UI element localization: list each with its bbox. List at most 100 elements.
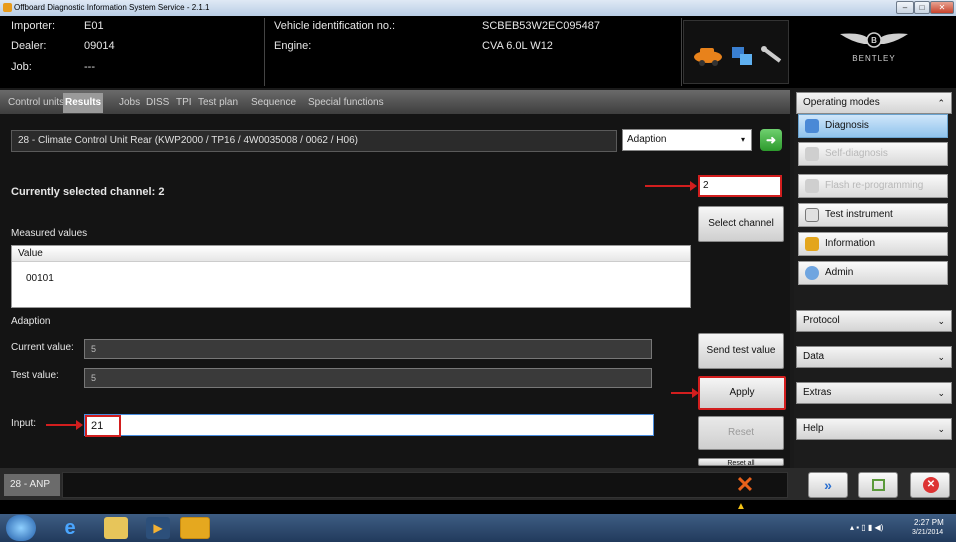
dealer-label: Dealer: bbox=[11, 40, 47, 52]
cancel-x-icon[interactable]: ✕ bbox=[730, 472, 760, 498]
ecu-tab-strip bbox=[62, 472, 788, 498]
data-label: Data bbox=[803, 351, 825, 362]
selected-channel-text: Currently selected channel: 2 bbox=[11, 186, 165, 198]
input-value[interactable]: 21 bbox=[85, 415, 121, 437]
protocol-header[interactable]: Protocol ⌄ bbox=[796, 310, 952, 332]
extras-header[interactable]: Extras ⌄ bbox=[796, 382, 952, 404]
engine-value: CVA 6.0L W12 bbox=[482, 40, 553, 52]
app-icon bbox=[3, 3, 12, 12]
start-button[interactable] bbox=[6, 515, 36, 541]
mode-admin-label: Admin bbox=[825, 267, 854, 278]
go-arrow-icon[interactable]: ➜ bbox=[760, 129, 782, 151]
chevron-down-icon: ⌄ bbox=[937, 424, 945, 434]
job-label: Job: bbox=[11, 61, 32, 73]
self-diagnosis-icon bbox=[805, 147, 819, 161]
mode-self-diagnosis-label: Self-diagnosis bbox=[825, 148, 888, 159]
chevron-down-icon: ⌄ bbox=[937, 316, 945, 326]
mode-information-label: Information bbox=[825, 238, 876, 249]
test-value-field: 5 bbox=[84, 368, 652, 388]
extras-label: Extras bbox=[803, 387, 832, 398]
vin-label: Vehicle identification no.: bbox=[274, 20, 396, 32]
reset-all-button[interactable]: Reset all bbox=[698, 458, 784, 466]
vehicle-connection-icon bbox=[694, 46, 782, 66]
input-field[interactable] bbox=[84, 414, 654, 436]
window-title: Offboard Diagnostic Information System S… bbox=[14, 3, 210, 12]
help-label: Help bbox=[803, 423, 824, 434]
chevron-down-icon: ⌄ bbox=[937, 352, 945, 362]
input-label: Input: bbox=[11, 418, 37, 429]
tab-control-units[interactable]: Control units bbox=[6, 93, 66, 113]
mode-flash-reprogramming[interactable]: Flash re-programming bbox=[798, 174, 948, 198]
channel-input[interactable]: 2 bbox=[698, 175, 782, 197]
exit-icon: ✕ bbox=[923, 477, 939, 493]
maximize-button[interactable]: □ bbox=[914, 1, 930, 14]
mode-diagnosis-label: Diagnosis bbox=[825, 120, 869, 131]
windows-taskbar: e ▶ ▴ ▪ ▯ ▮ ◀) 2:27 PM 3/21/2014 bbox=[0, 514, 956, 542]
forward-icon[interactable]: » bbox=[808, 472, 848, 498]
red-arrow-apply bbox=[671, 388, 699, 398]
mode-information[interactable]: Information bbox=[798, 232, 948, 256]
tab-results[interactable]: Results bbox=[63, 93, 104, 113]
tab-sequence[interactable]: Sequence bbox=[249, 93, 298, 113]
protocol-label: Protocol bbox=[803, 315, 840, 326]
importer-value: E01 bbox=[84, 20, 104, 32]
operating-modes-label: Operating modes bbox=[803, 97, 880, 108]
tab-diss[interactable]: DISS bbox=[144, 93, 171, 113]
red-arrow-input bbox=[46, 420, 83, 430]
frame-icon bbox=[872, 479, 885, 491]
measured-values-label: Measured values bbox=[11, 228, 88, 239]
ie-icon[interactable]: e bbox=[58, 517, 82, 539]
send-test-value-button[interactable]: Send test value bbox=[698, 333, 784, 369]
admin-icon bbox=[805, 266, 819, 280]
mode-admin[interactable]: Admin bbox=[798, 261, 948, 285]
tray-icons: ▴ ▪ ▯ ▮ ◀) bbox=[850, 523, 884, 532]
function-select-value: Adaption bbox=[627, 134, 667, 145]
chevron-down-icon: ▾ bbox=[740, 135, 745, 144]
select-channel-button[interactable]: Select channel bbox=[698, 206, 784, 242]
measured-values-table: Value 00101 bbox=[11, 245, 691, 308]
mode-test-instrument-label: Test instrument bbox=[825, 209, 893, 220]
chevron-down-icon: ⌄ bbox=[937, 388, 945, 398]
flash-icon bbox=[805, 179, 819, 193]
operating-modes-header[interactable]: Operating modes ⌃ bbox=[796, 92, 952, 114]
apply-button[interactable]: Apply bbox=[698, 376, 786, 410]
engine-label: Engine: bbox=[274, 40, 312, 52]
minimize-button[interactable]: – bbox=[896, 1, 914, 14]
mode-diagnosis[interactable]: Diagnosis bbox=[798, 114, 948, 138]
right-sidebar: Operating modes ⌃ Diagnosis Self-diagnos… bbox=[794, 90, 956, 468]
reset-button[interactable]: Reset bbox=[698, 416, 784, 450]
importer-label: Importer: bbox=[11, 20, 56, 32]
adaption-label: Adaption bbox=[11, 316, 51, 327]
control-unit-field: 28 - Climate Control Unit Rear (KWP2000 … bbox=[11, 130, 617, 152]
help-header[interactable]: Help ⌄ bbox=[796, 418, 952, 440]
brand-text: BENTLEY bbox=[852, 54, 896, 63]
tab-tpi[interactable]: TPI bbox=[174, 93, 194, 113]
screenshot-icon[interactable] bbox=[858, 472, 898, 498]
exit-button[interactable]: ✕ bbox=[910, 472, 950, 498]
odis-taskbar-icon[interactable] bbox=[180, 517, 210, 539]
close-window-button[interactable]: ✕ bbox=[930, 1, 954, 14]
tab-jobs[interactable]: Jobs bbox=[117, 93, 142, 113]
mode-flash-label: Flash re-programming bbox=[825, 180, 924, 191]
mode-test-instrument[interactable]: Test instrument bbox=[798, 203, 948, 227]
red-arrow-channel bbox=[645, 181, 697, 191]
books-icon bbox=[805, 237, 819, 251]
title-bar: Offboard Diagnostic Information System S… bbox=[0, 0, 956, 16]
mode-self-diagnosis[interactable]: Self-diagnosis bbox=[798, 142, 948, 166]
diagnosis-icon bbox=[805, 119, 819, 133]
gauge-icon bbox=[805, 208, 819, 222]
connection-status-panel bbox=[683, 20, 789, 84]
tray-date: 3/21/2014 bbox=[912, 529, 944, 536]
test-value-label: Test value: bbox=[11, 370, 59, 381]
ecu-tab[interactable]: 28 - ANP bbox=[4, 474, 60, 496]
tab-special-functions[interactable]: Special functions bbox=[306, 93, 386, 113]
chevron-up-icon: ⌃ bbox=[937, 98, 945, 108]
data-header[interactable]: Data ⌄ bbox=[796, 346, 952, 368]
tab-test-plan[interactable]: Test plan bbox=[196, 93, 240, 113]
function-select[interactable]: Adaption ▾ bbox=[622, 129, 752, 151]
explorer-icon[interactable] bbox=[104, 517, 128, 539]
table-row-value: 00101 bbox=[26, 273, 54, 284]
svg-text:B: B bbox=[871, 36, 877, 45]
tab-bar: Control units Results Jobs DISS TPI Test… bbox=[0, 90, 790, 114]
media-player-icon[interactable]: ▶ bbox=[146, 517, 170, 539]
